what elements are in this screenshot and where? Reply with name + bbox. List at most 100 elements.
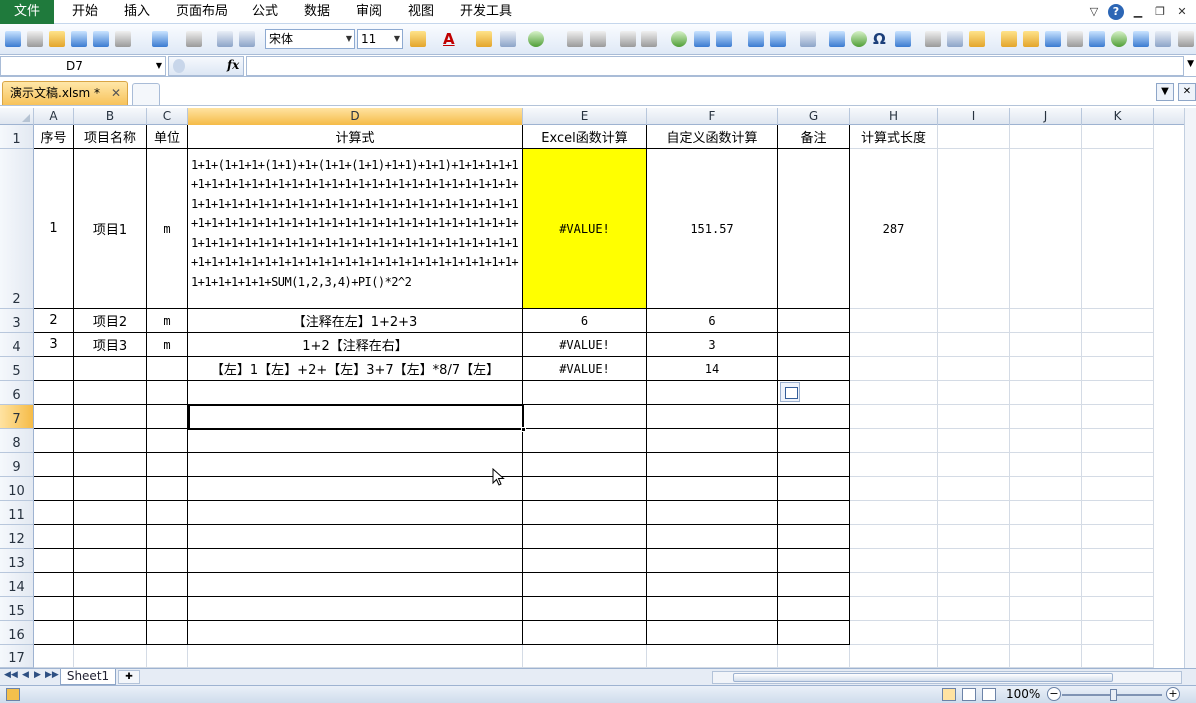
cell-a11[interactable] <box>34 501 74 525</box>
close-icon[interactable]: ✕ <box>1174 4 1190 20</box>
lock-icon[interactable] <box>1001 31 1017 47</box>
cell-i15[interactable] <box>938 597 1010 621</box>
list-icon[interactable] <box>1067 31 1083 47</box>
font-color-icon[interactable]: A <box>443 29 455 49</box>
cell-f14[interactable] <box>647 573 778 597</box>
cell-a9[interactable] <box>34 453 74 477</box>
close-tab-icon[interactable]: ✕ <box>111 82 121 104</box>
cell-b5[interactable] <box>74 357 147 381</box>
cell-k2[interactable] <box>1082 149 1154 309</box>
arrow-right-icon[interactable] <box>1111 31 1127 47</box>
cell-j15[interactable] <box>1010 597 1082 621</box>
cell-f4[interactable]: 3 <box>647 333 778 357</box>
column-header-e[interactable]: E <box>523 108 647 125</box>
cell-c13[interactable] <box>147 549 188 573</box>
cell-g16[interactable] <box>778 621 850 645</box>
cell-a17[interactable] <box>34 645 74 668</box>
cell-b6[interactable] <box>74 381 147 405</box>
cell-b8[interactable] <box>74 429 147 453</box>
cell-e16[interactable] <box>523 621 647 645</box>
row-header-7[interactable]: 7 <box>0 405 34 429</box>
cell-d2[interactable]: 1+1+(1+1+1+(1+1)+1+(1+1+(1+1)+1+1)+1+1)+… <box>188 149 523 309</box>
cell-a10[interactable] <box>34 477 74 501</box>
restore-icon[interactable]: ❐ <box>1152 4 1168 20</box>
menu-review[interactable]: 审阅 <box>356 0 382 24</box>
cell-j16[interactable] <box>1010 621 1082 645</box>
cell-h3[interactable] <box>850 309 938 333</box>
textbox-icon[interactable] <box>716 31 732 47</box>
print-icon[interactable] <box>115 31 131 47</box>
column-header-c[interactable]: C <box>147 108 188 125</box>
print-preview-icon[interactable] <box>239 31 255 47</box>
cell-b15[interactable] <box>74 597 147 621</box>
cell-j3[interactable] <box>1010 309 1082 333</box>
column-width-icon[interactable] <box>1089 31 1105 47</box>
cell-g7[interactable] <box>778 405 850 429</box>
zoom-in-icon[interactable]: + <box>1166 687 1180 701</box>
cell-h4[interactable] <box>850 333 938 357</box>
cell-d7[interactable] <box>188 405 523 429</box>
cell-b12[interactable] <box>74 525 147 549</box>
cell-a5[interactable] <box>34 357 74 381</box>
cell-d15[interactable] <box>188 597 523 621</box>
cell-c15[interactable] <box>147 597 188 621</box>
cell-d6[interactable] <box>188 381 523 405</box>
cell-b2[interactable]: 项目1 <box>74 149 147 309</box>
borders-icon[interactable] <box>500 31 516 47</box>
row-header-4[interactable]: 4 <box>0 333 34 357</box>
open-folder-icon[interactable] <box>49 31 65 47</box>
cell-e1[interactable]: Excel函数计算 <box>523 125 647 149</box>
cell-i1[interactable] <box>938 125 1010 149</box>
tab-list-icon[interactable]: ▼ <box>1156 83 1174 101</box>
cell-b7[interactable] <box>74 405 147 429</box>
cell-f1[interactable]: 自定义函数计算 <box>647 125 778 149</box>
cell-k17[interactable] <box>1082 645 1154 668</box>
cell-f2[interactable]: 151.57 <box>647 149 778 309</box>
freeze-icon[interactable] <box>748 31 764 47</box>
cell-f9[interactable] <box>647 453 778 477</box>
last-sheet-icon[interactable]: ▶▶ <box>45 670 59 680</box>
symbol-omega-icon[interactable]: Ω <box>873 29 886 49</box>
cell-c5[interactable] <box>147 357 188 381</box>
copy-icon[interactable] <box>217 31 233 47</box>
cell-d3[interactable]: 【注释在左】1+2+3 <box>188 309 523 333</box>
bar-chart-icon[interactable] <box>829 31 845 47</box>
cell-h17[interactable] <box>850 645 938 668</box>
cell-b1[interactable]: 项目名称 <box>74 125 147 149</box>
row-header-11[interactable]: 11 <box>0 501 34 525</box>
save-disk-icon[interactable] <box>71 31 87 47</box>
window-icon[interactable] <box>770 31 786 47</box>
cell-k16[interactable] <box>1082 621 1154 645</box>
help-icon[interactable]: ? <box>1108 4 1124 20</box>
cell-j13[interactable] <box>1010 549 1082 573</box>
record-icon[interactable] <box>671 31 687 47</box>
ribbon-collapse-icon[interactable]: ▽ <box>1086 4 1102 20</box>
cell-g3[interactable] <box>778 309 850 333</box>
row-header-6[interactable]: 6 <box>0 381 34 405</box>
cell-b11[interactable] <box>74 501 147 525</box>
cell-b17[interactable] <box>74 645 147 668</box>
horizontal-scroll-thumb[interactable] <box>733 673 1113 682</box>
cell-f7[interactable] <box>647 405 778 429</box>
picture-icon[interactable] <box>895 31 911 47</box>
math-icon[interactable] <box>925 31 941 47</box>
row-header-9[interactable]: 9 <box>0 453 34 477</box>
cell-g2[interactable] <box>778 149 850 309</box>
cell-i4[interactable] <box>938 333 1010 357</box>
cell-e14[interactable] <box>523 573 647 597</box>
cell-d11[interactable] <box>188 501 523 525</box>
cell-j17[interactable] <box>1010 645 1082 668</box>
cell-f13[interactable] <box>647 549 778 573</box>
cell-e17[interactable] <box>523 645 647 668</box>
row-header-13[interactable]: 13 <box>0 549 34 573</box>
cell-a1[interactable]: 序号 <box>34 125 74 149</box>
horizontal-scrollbar[interactable] <box>712 671 1182 684</box>
column-header-g[interactable]: G <box>778 108 850 125</box>
cell-k9[interactable] <box>1082 453 1154 477</box>
cell-g4[interactable] <box>778 333 850 357</box>
cell-f15[interactable] <box>647 597 778 621</box>
column-header-i[interactable]: I <box>938 108 1010 125</box>
formula-input[interactable] <box>246 56 1184 76</box>
sheet-tab-sheet1[interactable]: Sheet1 <box>60 669 116 685</box>
cell-e4[interactable]: #VALUE! <box>523 333 647 357</box>
